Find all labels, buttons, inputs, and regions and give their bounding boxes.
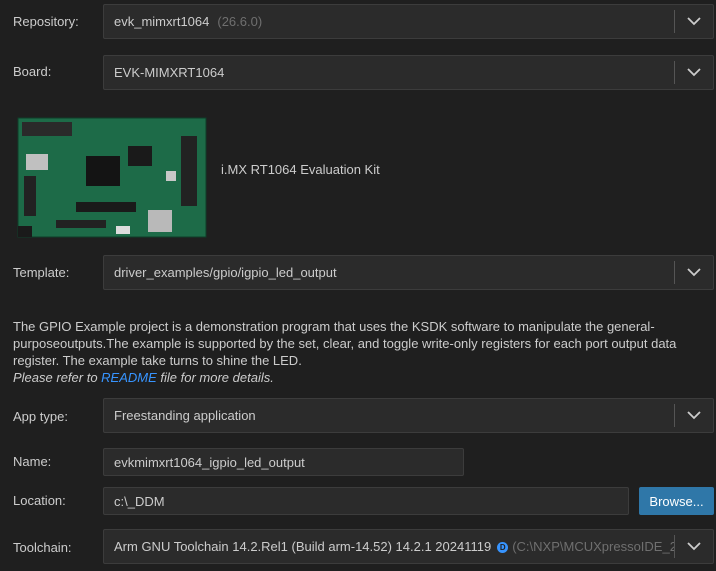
- board-value: EVK-MIMXRT1064: [114, 65, 225, 80]
- toolchain-default-badge-icon: D: [497, 542, 509, 554]
- board-label: Board:: [13, 64, 52, 79]
- chevron-down-icon[interactable]: [675, 399, 713, 432]
- toolchain-path: (C:\NXP\MCUXpressoIDE_25.: [512, 539, 674, 554]
- name-input[interactable]: evkmimxrt1064_igpio_led_output: [103, 448, 464, 476]
- template-select[interactable]: driver_examples/gpio/igpio_led_output: [103, 255, 714, 290]
- board-select[interactable]: EVK-MIMXRT1064: [103, 55, 714, 90]
- board-caption: i.MX RT1064 Evaluation Kit: [221, 162, 380, 177]
- app-type-select[interactable]: Freestanding application: [103, 398, 714, 433]
- toolchain-label: Toolchain:: [13, 540, 72, 555]
- toolchain-select[interactable]: Arm GNU Toolchain 14.2.Rel1 (Build arm-1…: [103, 529, 714, 564]
- chevron-down-icon[interactable]: [675, 56, 713, 89]
- repository-select[interactable]: evk_mimxrt1064 (26.6.0): [103, 4, 714, 39]
- repository-version: (26.6.0): [217, 14, 263, 29]
- template-label: Template:: [13, 265, 70, 280]
- board-image: [16, 116, 208, 239]
- repository-label: Repository:: [13, 14, 79, 29]
- toolchain-value: Arm GNU Toolchain 14.2.Rel1 (Build arm-1…: [114, 539, 492, 554]
- description-text: The GPIO Example project is a demonstrat…: [13, 319, 677, 368]
- location-label: Location:: [13, 493, 66, 508]
- chevron-down-icon[interactable]: [675, 256, 713, 289]
- template-description: The GPIO Example project is a demonstrat…: [13, 318, 703, 386]
- chevron-down-icon[interactable]: [675, 530, 713, 563]
- browse-button[interactable]: Browse...: [639, 487, 714, 515]
- name-label: Name:: [13, 454, 52, 469]
- app-type-value: Freestanding application: [114, 408, 256, 423]
- location-input[interactable]: c:\_DDM: [103, 487, 629, 515]
- readme-link[interactable]: README: [101, 370, 157, 385]
- repository-value: evk_mimxrt1064: [114, 14, 210, 29]
- template-value: driver_examples/gpio/igpio_led_output: [114, 265, 337, 280]
- app-type-label: App type:: [13, 409, 68, 424]
- readme-note: Please refer to README file for more det…: [13, 370, 274, 385]
- chevron-down-icon[interactable]: [675, 5, 713, 38]
